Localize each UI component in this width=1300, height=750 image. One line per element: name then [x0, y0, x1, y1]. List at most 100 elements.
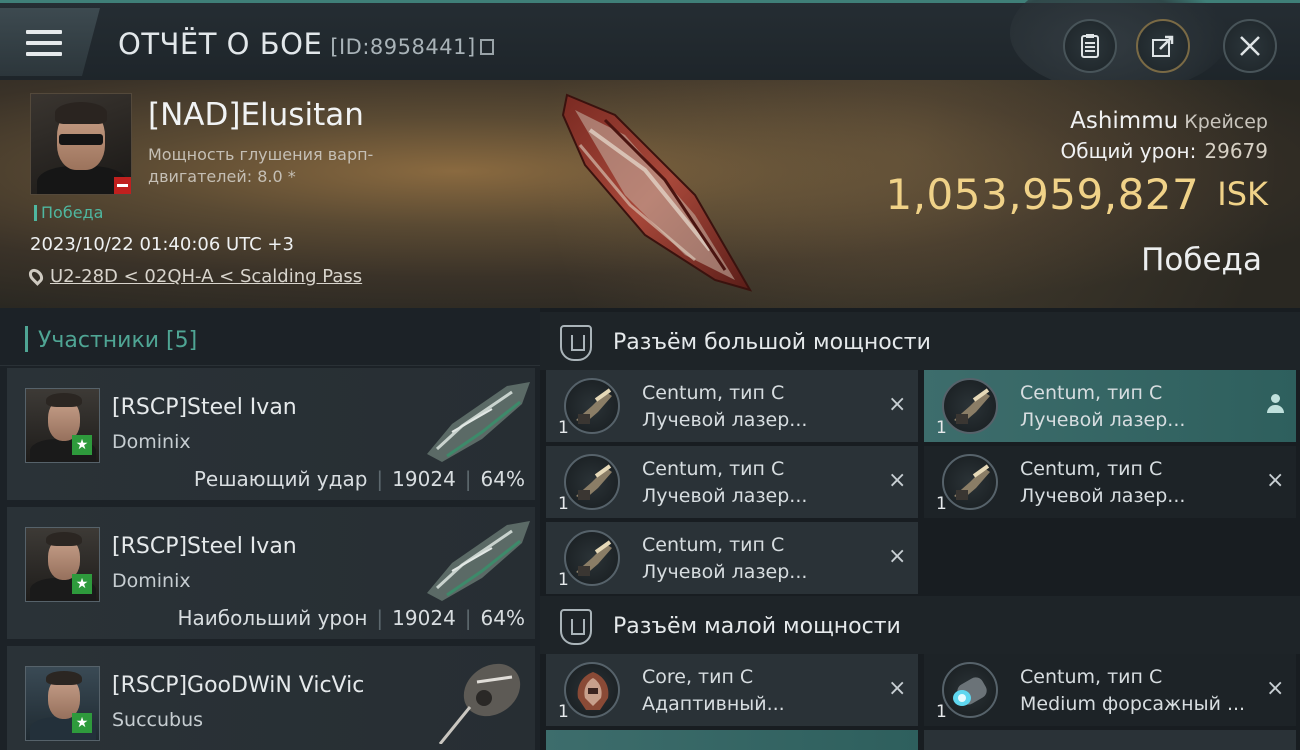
laser-turret-icon	[564, 454, 620, 510]
module-name: Centum, тип C	[1020, 458, 1163, 480]
battle-result: Победа	[1141, 242, 1262, 278]
close-button[interactable]	[1223, 19, 1277, 73]
high-slot-icon	[560, 325, 592, 361]
module-item[interactable]: 1 Centum, тип C Лучевой лазер... ×	[546, 522, 918, 594]
ship-class-text: Крейсер	[1184, 111, 1268, 133]
module-item[interactable]: 1 Centum, тип C Лучевой лазер... ×	[546, 370, 918, 442]
total-damage: Общий урон: 29679	[1061, 139, 1268, 163]
armor-hardener-icon	[564, 662, 620, 718]
module-quantity: 1	[936, 494, 947, 514]
laser-turret-icon	[942, 378, 998, 434]
module-quantity: 1	[558, 702, 569, 722]
destroyed-icon: ×	[888, 676, 907, 701]
copy-icon[interactable]	[479, 39, 494, 55]
location-text[interactable]: U2-28D < 02QH-A < Scalding Pass	[50, 266, 362, 287]
module-type: Лучевой лазер...	[1020, 485, 1186, 507]
participant-ship: Succubus	[112, 709, 204, 731]
participant-damage: 19024	[392, 467, 456, 491]
participants-header[interactable]: Участники [5]	[0, 308, 540, 366]
standing-positive-icon: ★	[72, 713, 92, 733]
participant-stats: Решающий удар | 19024 | 64%	[193, 467, 525, 491]
battle-report-screen: ОТЧЁТ О БОЕ [ID:8958441] [NAD]Elusitan Мо…	[0, 0, 1300, 750]
module-item[interactable]: 1 Centum, тип C Лучевой лазер... ×	[546, 446, 918, 518]
ship-name-text: Ashimmu	[1070, 108, 1179, 134]
page-title-text: ОТЧЁТ О БОЕ	[118, 27, 323, 61]
high-slot-title: Разъём большой мощности	[613, 330, 931, 355]
share-button[interactable]	[1136, 19, 1190, 73]
clipboard-icon	[1081, 34, 1099, 58]
module-name: Core, тип C	[642, 666, 754, 688]
high-slot-header: Разъём большой мощности	[540, 312, 1300, 370]
page-title: ОТЧЁТ О БОЕ [ID:8958441]	[118, 27, 494, 61]
participant-row[interactable]: ★ [RSCP]GooDWiN VicVic Succubus	[7, 646, 535, 750]
participant-row[interactable]: ★ [RSCP]Steel Ivan Dominix Наибольший ур…	[7, 507, 535, 639]
location-pin-icon	[26, 266, 46, 286]
laser-turret-icon	[564, 378, 620, 434]
victim-ship-image	[561, 93, 753, 292]
victim-summary: [NAD]Elusitan Мощность глушения варп-дви…	[0, 80, 1300, 308]
hamburger-icon	[26, 30, 62, 56]
participant-row[interactable]: ★ [RSCP]Steel Ivan Dominix Решающий удар…	[7, 368, 535, 500]
person-icon[interactable]	[1266, 394, 1286, 416]
status-tag: Победа	[34, 205, 103, 221]
kill-datetime: 2023/10/22 01:40:06 UTC +3	[30, 234, 294, 255]
module-item[interactable]	[924, 730, 1296, 750]
module-item[interactable]: 1 Centum, тип C Лучевой лазер...	[924, 370, 1296, 442]
module-quantity: 1	[558, 418, 569, 438]
participant-ship-image	[427, 521, 530, 601]
menu-button[interactable]	[0, 8, 100, 76]
participants-header-text: Участники [5]	[38, 328, 198, 353]
module-name: Centum, тип C	[642, 382, 785, 404]
module-name: Centum, тип C	[1020, 666, 1163, 688]
module-name: Centum, тип C	[642, 458, 785, 480]
destroyed-icon: ×	[888, 544, 907, 569]
isk-value: 1,053,959,827 ISK	[885, 170, 1268, 219]
low-slot-title: Разъём малой мощности	[613, 614, 901, 639]
module-item[interactable]: 1 Centum, тип C Лучевой лазер... ×	[924, 446, 1296, 518]
afterburner-icon	[942, 662, 998, 718]
module-name: Centum, тип C	[642, 534, 785, 556]
total-damage-value: 29679	[1204, 139, 1268, 163]
module-item[interactable]	[546, 730, 918, 750]
participant-percent: 64%	[480, 467, 525, 491]
module-type: Лучевой лазер...	[1020, 409, 1186, 431]
module-quantity: 1	[936, 702, 947, 722]
low-slot-header: Разъём малой мощности	[540, 596, 1300, 654]
participant-ship-image	[427, 382, 530, 462]
module-item[interactable]: 1 Centum, тип C Medium форсажный ... ×	[924, 654, 1296, 726]
victim-name[interactable]: [NAD]Elusitan	[148, 97, 364, 133]
module-type: Лучевой лазер...	[642, 409, 808, 431]
module-quantity: 1	[936, 418, 947, 438]
module-quantity: 1	[558, 494, 569, 514]
destroyed-icon: ×	[1266, 676, 1285, 701]
close-icon	[1240, 36, 1260, 56]
participant-role: Решающий удар	[193, 467, 368, 491]
total-damage-label: Общий урон:	[1060, 139, 1197, 163]
module-type: Лучевой лазер...	[642, 485, 808, 507]
participant-percent: 64%	[480, 606, 525, 630]
participants-panel: Участники [5] ★ [RSCP]Steel Ivan Dominix…	[0, 308, 540, 750]
module-quantity: 1	[558, 570, 569, 590]
share-icon	[1152, 35, 1174, 57]
clipboard-button[interactable]	[1063, 19, 1117, 73]
participant-ship: Dominix	[112, 570, 191, 592]
destroyed-icon: ×	[1266, 468, 1285, 493]
standing-negative-icon	[114, 177, 131, 194]
module-type: Лучевой лазер...	[642, 561, 808, 583]
participant-stats: Наибольший урон | 19024 | 64%	[177, 606, 525, 630]
module-type: Medium форсажный ...	[1020, 693, 1246, 715]
participant-ship-image	[438, 663, 521, 744]
warp-scramble-strength: Мощность глушения варп-двигателей: 8.0 *	[148, 145, 374, 186]
standing-positive-icon: ★	[72, 574, 92, 594]
victim-ship-name[interactable]: Ashimmu Крейсер	[1070, 108, 1268, 134]
participant-role: Наибольший урон	[177, 606, 368, 630]
kill-location-link[interactable]: U2-28D < 02QH-A < Scalding Pass	[26, 266, 362, 287]
participant-name: [RSCP]Steel Ivan	[112, 395, 297, 420]
module-item[interactable]: 1 Core, тип C Адаптивный... ×	[546, 654, 918, 726]
participant-name: [RSCP]GooDWiN VicVic	[112, 673, 365, 698]
destroyed-icon: ×	[888, 468, 907, 493]
module-name: Centum, тип C	[1020, 382, 1163, 404]
isk-amount: 1,053,959,827	[885, 170, 1200, 219]
fitting-panel: Разъём большой мощности 1 Centum, тип C …	[540, 308, 1300, 750]
participant-ship: Dominix	[112, 431, 191, 453]
